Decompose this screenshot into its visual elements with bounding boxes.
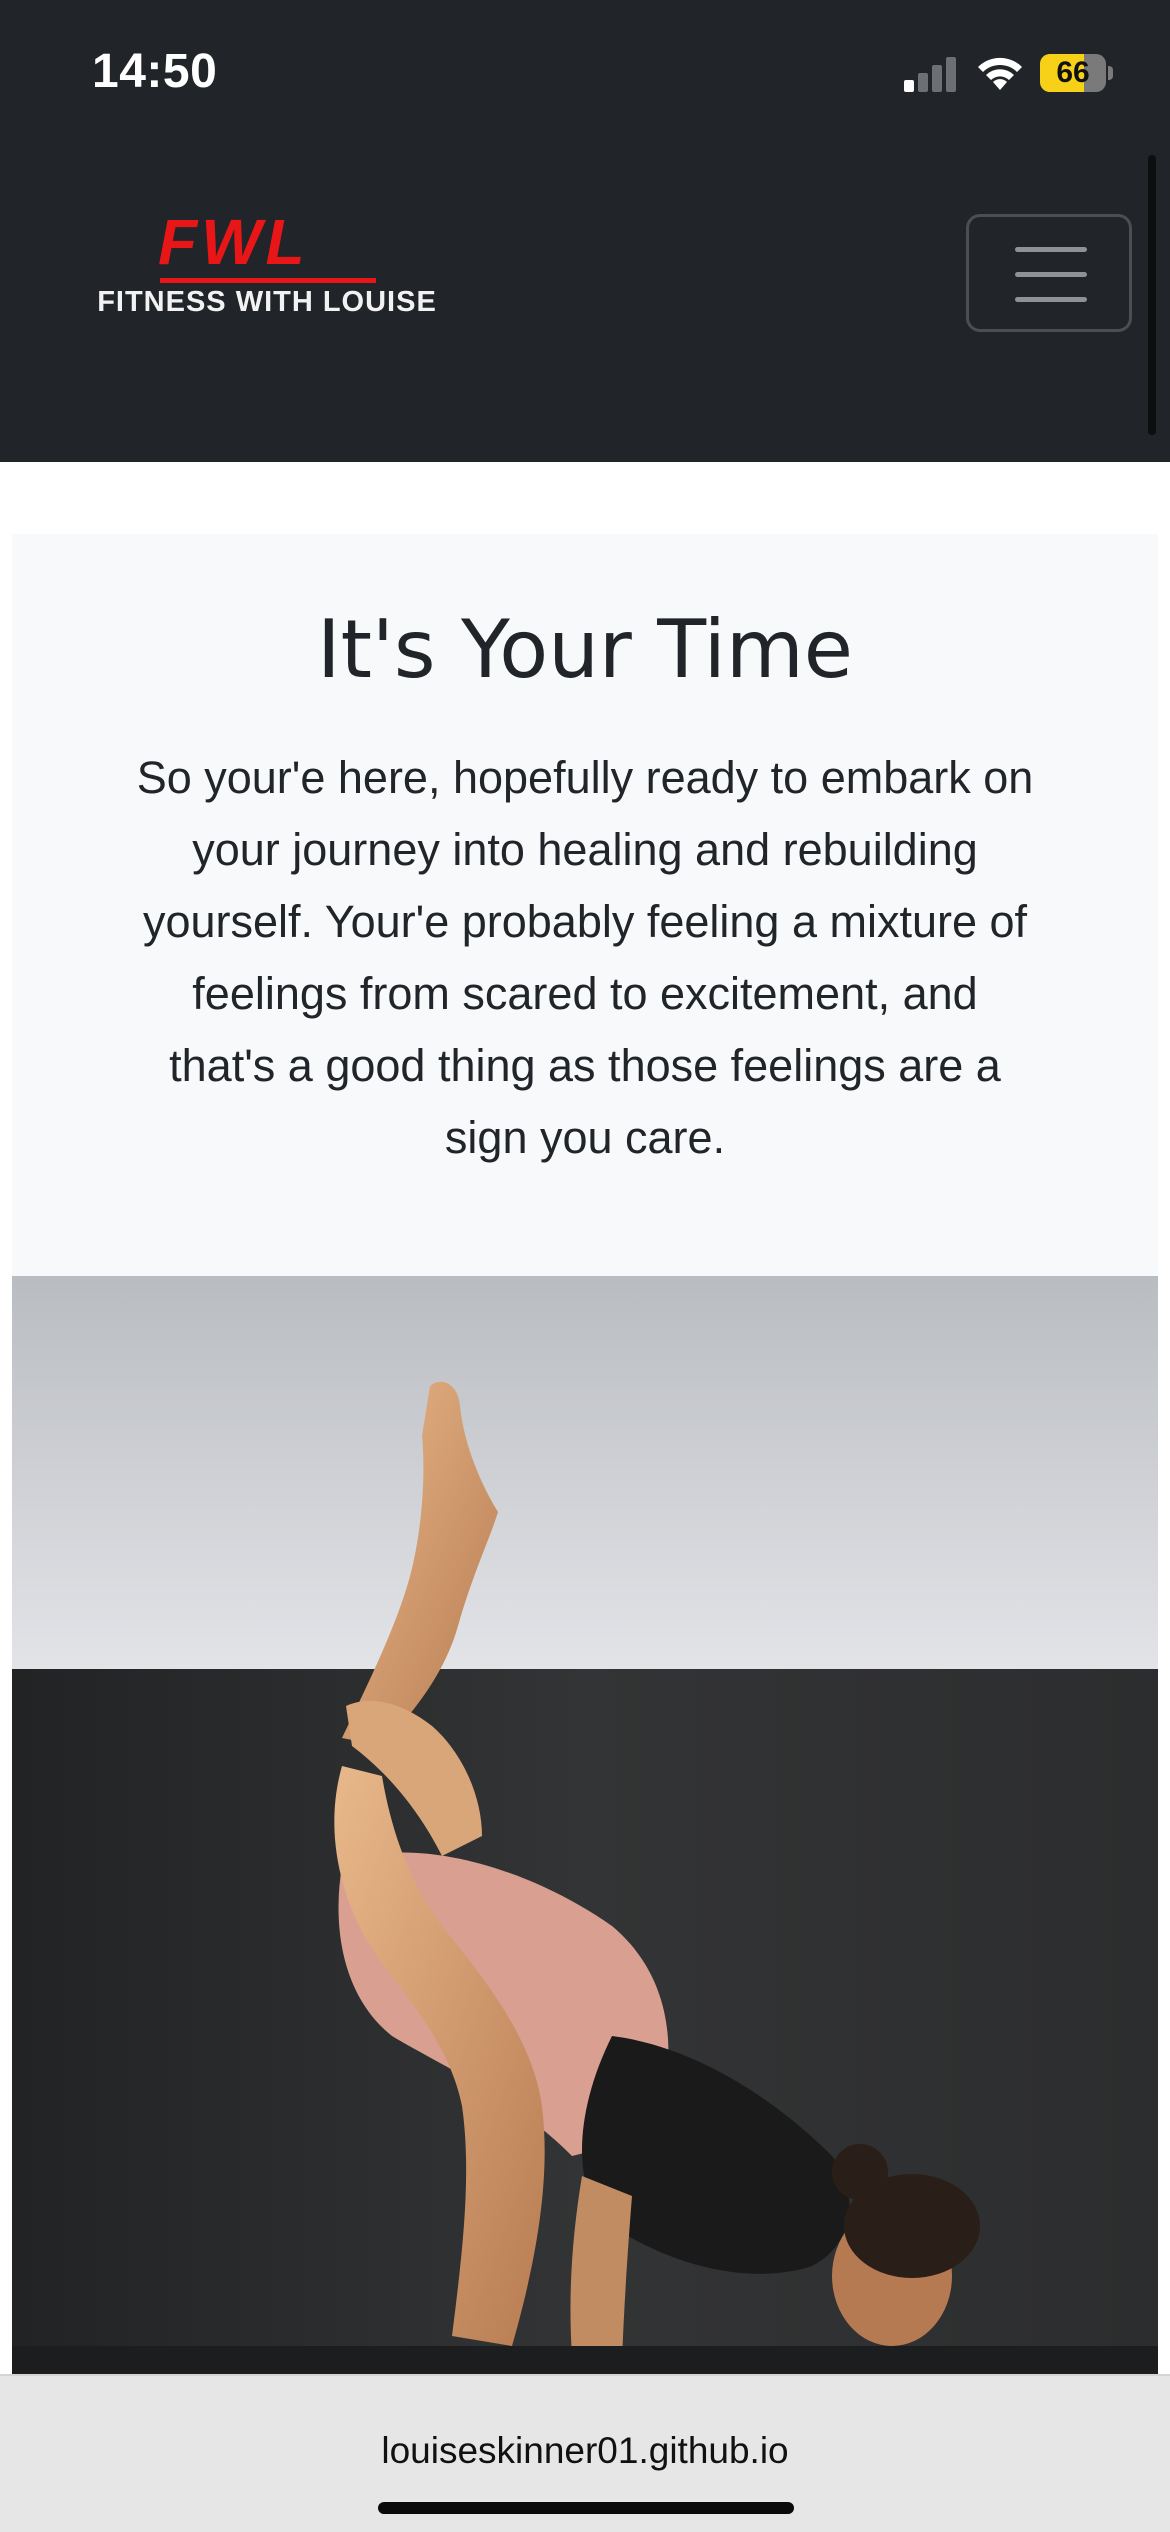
brand-underline [160, 278, 376, 283]
yoga-pose-photo [12, 1276, 1158, 2376]
hero-text-line: that's a good thing as those feelings ar… [169, 1040, 1001, 1091]
brand-mark: FWL [158, 206, 309, 278]
hero-text-line: sign you care. [444, 1112, 726, 1163]
menu-toggle-button[interactable] [966, 214, 1132, 332]
hero-section: It's Your Time So your'e here, hopefully… [12, 534, 1158, 1276]
hero-text: So your'e here, hopefully ready to embar… [82, 742, 1088, 1174]
url-text[interactable]: louiseskinner01.github.io [0, 2430, 1170, 2472]
scrollbar[interactable] [1148, 155, 1156, 435]
battery-percentage: 66 [1056, 56, 1090, 89]
hero-text-line: So your'e here, hopefully ready to embar… [136, 752, 1034, 803]
home-indicator[interactable] [378, 2502, 794, 2514]
top-navbar: 14:50 66 FWL FITNESS WITH LOUISE [0, 0, 1170, 462]
battery-icon: 66 [1040, 54, 1114, 92]
browser-address-bar[interactable]: louiseskinner01.github.io [0, 2374, 1170, 2532]
hero-text-line: yourself. Your'e probably feeling a mixt… [142, 896, 1028, 947]
wifi-icon [978, 57, 1022, 90]
status-time: 14:50 [92, 45, 218, 98]
phone-screen: 14:50 66 FWL FITNESS WITH LOUISE It's Yo… [0, 0, 1170, 2532]
hero-text-line: feelings from scared to excitement, and [192, 968, 978, 1019]
battery-nub [1108, 66, 1113, 80]
hamburger-icon [1015, 247, 1087, 303]
battery-body: 66 [1040, 54, 1106, 92]
brand-logo[interactable]: FWL FITNESS WITH LOUISE [52, 210, 482, 320]
brand-name: FITNESS WITH LOUISE [97, 286, 437, 318]
cellular-signal-icon [904, 57, 956, 92]
hero-text-line: your journey into healing and rebuilding [192, 824, 978, 875]
hero-title: It's Your Time [316, 603, 854, 696]
